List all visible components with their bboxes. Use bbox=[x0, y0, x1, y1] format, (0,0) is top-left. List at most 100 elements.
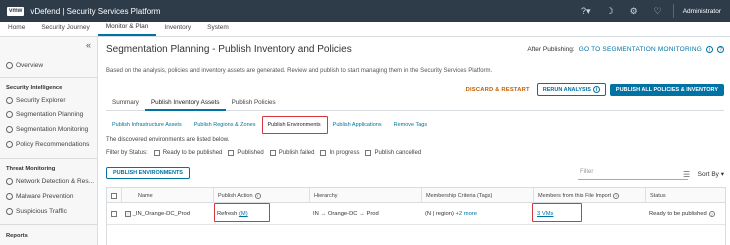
col-name[interactable]: Name bbox=[121, 188, 213, 203]
sidebar-item-policy-recommendations[interactable]: Policy Recommendations bbox=[6, 141, 89, 148]
section-security-intelligence: Security Intelligence bbox=[6, 85, 63, 91]
sidebar-item-suspicious-traffic[interactable]: Suspicious Traffic bbox=[6, 208, 67, 215]
filter-published[interactable]: Published bbox=[228, 150, 264, 156]
checkbox-label: Ready to be published bbox=[162, 150, 223, 156]
nav-tab-monitor-plan[interactable]: Monitor & Plan bbox=[97, 21, 157, 36]
filter-icon[interactable]: ☰ bbox=[683, 170, 690, 179]
tab-summary[interactable]: Summary bbox=[106, 99, 145, 111]
sidebar-item-label: Security Explorer bbox=[16, 97, 66, 104]
nav-tab-home[interactable]: Home bbox=[0, 21, 33, 36]
sidebar-item-network-detection[interactable]: Network Detection & Res... bbox=[6, 178, 94, 185]
col-membership-criteria[interactable]: Membership Criteria (Tags) bbox=[421, 188, 533, 203]
sidebar-item-overview[interactable]: Overview bbox=[6, 62, 43, 69]
filter-input[interactable]: Filter bbox=[578, 169, 688, 180]
publish-environments-button[interactable]: PUBLISH ENVIRONMENTS bbox=[106, 167, 190, 179]
main-content: Segmentation Planning - Publish Inventor… bbox=[98, 37, 730, 245]
planning-icon bbox=[6, 111, 13, 118]
checkbox-label: Publish failed bbox=[278, 150, 315, 156]
subtab-applications[interactable]: Publish Applications bbox=[327, 119, 388, 131]
checkbox-label: Publish cancelled bbox=[374, 150, 422, 156]
settings-gear-icon[interactable]: ⚙ bbox=[622, 0, 646, 22]
sidebar-item-label: Segmentation Monitoring bbox=[16, 126, 89, 133]
subtab-remove-tags[interactable]: Remove Tags bbox=[388, 119, 434, 131]
nav-tab-system[interactable]: System bbox=[199, 21, 237, 36]
user-menu[interactable]: Administrator bbox=[683, 8, 721, 15]
explorer-icon bbox=[6, 97, 13, 104]
sidebar-item-label: Overview bbox=[16, 62, 44, 69]
vmware-logo: vmw bbox=[7, 6, 25, 16]
checkbox[interactable] bbox=[228, 150, 235, 156]
sidebar-item-label: Network Detection & Res... bbox=[16, 178, 95, 185]
sidebar-item-label: Policy Recommendations bbox=[16, 141, 90, 148]
info-icon[interactable]: i bbox=[706, 46, 713, 53]
highlight-box bbox=[262, 116, 328, 134]
discard-restart-button[interactable]: DISCARD & RESTART bbox=[466, 87, 530, 93]
sidebar-item-segmentation-planning[interactable]: Segmentation Planning bbox=[6, 111, 83, 118]
main-tabs: Summary Publish Inventory Assets Publish… bbox=[106, 99, 724, 111]
sidebar-item-segmentation-monitoring[interactable]: Segmentation Monitoring bbox=[6, 126, 88, 133]
sidebar-item-malware-prevention[interactable]: Malware Prevention bbox=[6, 193, 73, 200]
col-status[interactable]: Status bbox=[645, 188, 725, 203]
checkbox[interactable] bbox=[269, 150, 276, 156]
filter-failed[interactable]: Publish failed bbox=[269, 150, 315, 156]
after-publishing: After Publishing: GO TO SEGMENTATION MON… bbox=[527, 46, 724, 53]
checkbox[interactable] bbox=[365, 150, 372, 156]
theme-moon-icon[interactable]: ☽ bbox=[598, 0, 622, 22]
filter-in-progress[interactable]: In progress bbox=[320, 150, 359, 156]
subtab-regions-zones[interactable]: Publish Regions & Zones bbox=[188, 119, 262, 131]
header-label: Status bbox=[650, 192, 666, 199]
row-checkbox[interactable] bbox=[107, 203, 121, 225]
col-publish-action[interactable]: Publish Action i bbox=[213, 188, 309, 203]
row-name-text: _IN_Orange-DC_Prod bbox=[132, 211, 190, 217]
row-status: Ready to be published? bbox=[645, 203, 725, 225]
subtab-infrastructure-assets[interactable]: Publish Infrastructure Assets bbox=[106, 119, 188, 131]
table-header: Name Publish Action i Hierarchy Membershi… bbox=[107, 188, 725, 203]
highlight-box bbox=[214, 203, 270, 222]
network-detection-icon bbox=[6, 178, 13, 185]
nav-tab-inventory[interactable]: Inventory bbox=[156, 21, 199, 36]
col-members[interactable]: Members from this File Import i bbox=[533, 188, 645, 203]
divider bbox=[0, 224, 97, 225]
nav-tab-security-journey[interactable]: Security Journey bbox=[33, 21, 97, 36]
checkbox[interactable] bbox=[320, 150, 327, 156]
sidebar-item-security-explorer[interactable]: Security Explorer bbox=[6, 97, 66, 104]
info-icon[interactable]: i bbox=[254, 192, 261, 199]
after-publishing-label: After Publishing: bbox=[527, 46, 575, 53]
header-label: Members from this File Import bbox=[538, 192, 612, 199]
help-icon[interactable]: ? bbox=[717, 46, 724, 53]
checkbox[interactable] bbox=[111, 192, 117, 199]
info-icon: i bbox=[592, 86, 600, 93]
header-label: Hierarchy bbox=[314, 192, 338, 199]
action-bar: DISCARD & RESTART RERUN ANALYSIS i PUBLI… bbox=[466, 83, 724, 96]
sort-by-dropdown[interactable]: Sort By ▾ bbox=[698, 170, 724, 178]
checkbox[interactable] bbox=[111, 211, 117, 217]
info-icon[interactable]: i bbox=[613, 192, 620, 199]
help-icon[interactable]: ?▾ bbox=[574, 0, 598, 22]
select-all-checkbox[interactable] bbox=[107, 188, 121, 203]
chevron-down-icon: ▾ bbox=[720, 171, 724, 178]
notification-bell-icon[interactable]: ♡ bbox=[646, 0, 670, 22]
section-reports[interactable]: Reports bbox=[6, 233, 28, 239]
row-criteria: (N | region) +2 more bbox=[421, 203, 533, 225]
header-label: Membership Criteria (Tags) bbox=[426, 192, 493, 199]
rerun-analysis-button[interactable]: RERUN ANALYSIS i bbox=[536, 83, 606, 96]
filter-cancelled[interactable]: Publish cancelled bbox=[365, 150, 421, 156]
col-hierarchy[interactable]: Hierarchy bbox=[309, 188, 421, 203]
monitoring-icon bbox=[6, 126, 13, 133]
publish-all-button[interactable]: PUBLISH ALL POLICIES & INVENTORY bbox=[609, 83, 724, 96]
help-icon[interactable]: ? bbox=[708, 211, 715, 217]
table-row[interactable]: _IN_Orange-DC_Prod Refresh (M) IN → Oran… bbox=[107, 203, 725, 225]
top-bar: vmw vDefend | Security Services Platform… bbox=[0, 0, 730, 22]
tab-publish-inventory-assets[interactable]: Publish Inventory Assets bbox=[144, 99, 226, 111]
collapse-sidebar-icon[interactable]: « bbox=[86, 40, 91, 50]
more-tags-link[interactable]: +2 more bbox=[456, 211, 477, 217]
checkbox[interactable] bbox=[153, 150, 160, 156]
tab-publish-policies[interactable]: Publish Policies bbox=[226, 99, 282, 111]
filter-ready[interactable]: Ready to be published bbox=[153, 150, 223, 156]
sort-by-label: Sort By bbox=[697, 171, 719, 178]
go-to-monitoring-link[interactable]: GO TO SEGMENTATION MONITORING bbox=[579, 46, 702, 53]
page-title: Segmentation Planning - Publish Inventor… bbox=[106, 44, 352, 55]
status-filter: Filter by Status: Ready to be published … bbox=[106, 150, 421, 156]
highlight-box bbox=[532, 203, 582, 222]
criteria-text: (N | region) bbox=[425, 211, 454, 217]
